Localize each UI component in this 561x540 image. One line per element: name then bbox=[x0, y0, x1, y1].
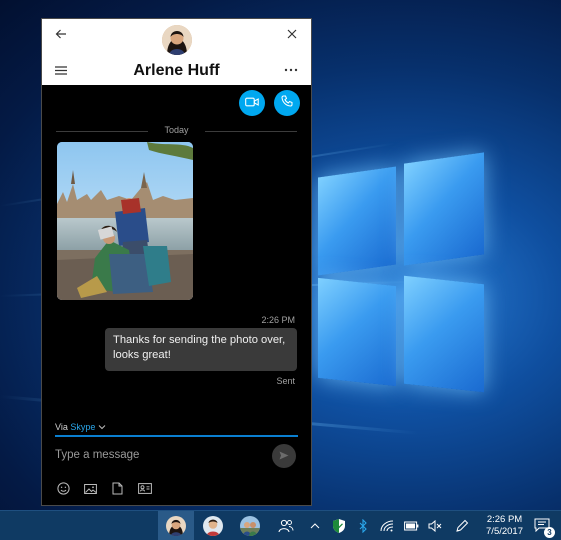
service-selector[interactable]: Via Skype bbox=[55, 422, 106, 432]
compose-tools bbox=[56, 481, 152, 497]
people-icon[interactable] bbox=[278, 518, 294, 534]
taskbar-pinned-contact-1[interactable] bbox=[158, 511, 194, 540]
emoji-icon[interactable] bbox=[56, 481, 71, 496]
clock-date: 7/5/2017 bbox=[486, 526, 523, 537]
mute-icon[interactable] bbox=[427, 518, 443, 534]
audio-call-button[interactable] bbox=[274, 90, 300, 116]
windows-logo bbox=[318, 150, 488, 410]
shared-photo[interactable] bbox=[57, 142, 193, 300]
close-icon[interactable] bbox=[281, 23, 303, 45]
image-icon[interactable] bbox=[83, 481, 98, 496]
send-arrow-icon bbox=[279, 447, 289, 465]
windows-defender-icon[interactable] bbox=[331, 518, 347, 534]
phone-icon bbox=[281, 94, 293, 112]
contact-avatar-2 bbox=[203, 516, 223, 536]
via-prefix: Via bbox=[55, 422, 68, 432]
chat-header: Arlene Huff bbox=[42, 19, 311, 85]
video-call-button[interactable] bbox=[239, 90, 265, 116]
contact-avatar[interactable] bbox=[162, 25, 192, 55]
file-icon[interactable] bbox=[110, 481, 125, 496]
message-bubble[interactable]: Thanks for sending the photo over, looks… bbox=[105, 328, 297, 371]
pen-icon[interactable] bbox=[454, 518, 470, 534]
send-button[interactable] bbox=[272, 444, 296, 468]
bluetooth-icon[interactable] bbox=[355, 518, 371, 534]
message-status: Sent bbox=[276, 376, 295, 386]
more-options-icon[interactable] bbox=[279, 61, 303, 79]
chat-window: Arlene Huff Today 2:26 PM Thanks for sen… bbox=[41, 18, 312, 506]
wifi-icon[interactable] bbox=[379, 518, 395, 534]
contact-card-icon[interactable] bbox=[137, 481, 152, 496]
battery-icon[interactable] bbox=[403, 518, 419, 534]
clock-time: 2:26 PM bbox=[486, 514, 523, 525]
contact-avatar-1 bbox=[166, 516, 186, 536]
chevron-down-icon bbox=[98, 422, 106, 432]
system-clock[interactable]: 2:26 PM 7/5/2017 bbox=[486, 514, 523, 538]
back-arrow-icon[interactable] bbox=[50, 23, 72, 45]
action-center-button[interactable]: 3 bbox=[533, 516, 555, 538]
message-input[interactable] bbox=[55, 443, 265, 467]
video-camera-icon bbox=[245, 94, 259, 112]
message-time: 2:26 PM bbox=[261, 315, 295, 325]
day-separator: Today bbox=[56, 125, 297, 137]
show-hidden-icons-chevron-icon[interactable] bbox=[307, 518, 323, 534]
compose-underline bbox=[55, 435, 298, 437]
contact-name: Arlene Huff bbox=[133, 62, 220, 79]
notification-count-badge: 3 bbox=[544, 527, 555, 538]
contact-avatar-3 bbox=[240, 516, 260, 536]
taskbar-pinned-contact-2[interactable] bbox=[195, 511, 231, 540]
day-separator-label: Today bbox=[164, 125, 189, 135]
taskbar-pinned-contact-3[interactable] bbox=[232, 511, 268, 540]
taskbar: 2:26 PM 7/5/2017 3 bbox=[0, 510, 561, 540]
via-service: Skype bbox=[70, 422, 96, 432]
